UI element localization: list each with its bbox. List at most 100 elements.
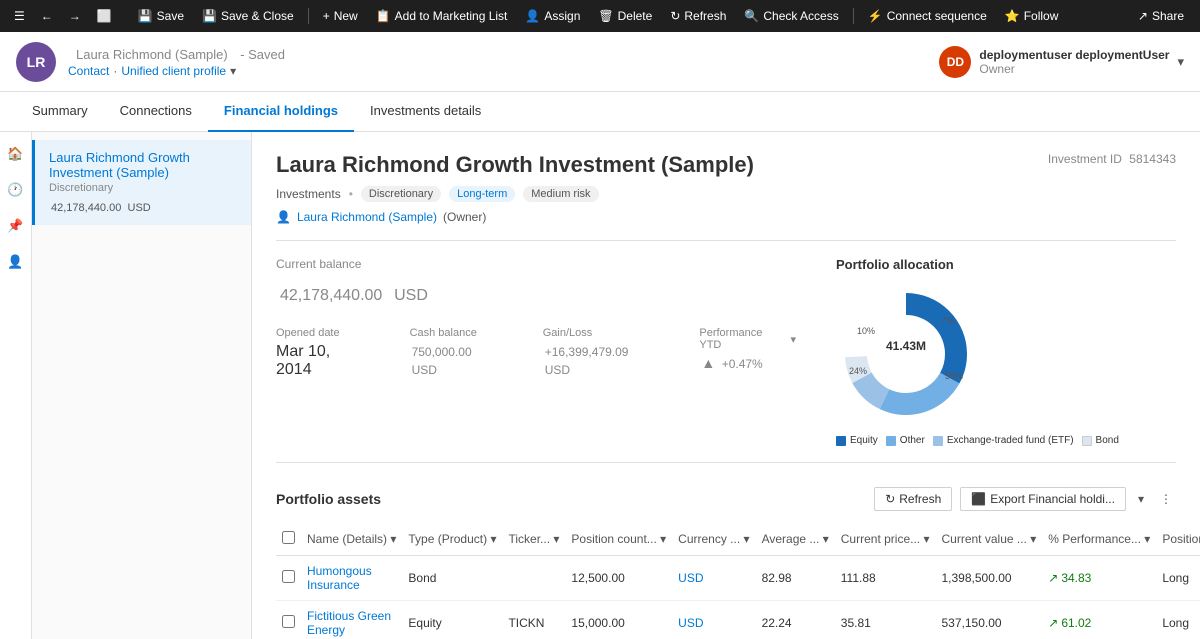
col-average[interactable]: Average ... ▾ [756,523,835,556]
save-close-icon: 💾 [202,9,217,23]
left-nav: 🏠 🕐 📌 👤 [0,132,32,639]
col-current-price[interactable]: Current price... ▾ [835,523,936,556]
delete-icon: 🗑 [598,9,613,23]
tag-investments: Investments [276,187,341,201]
contact-link[interactable]: Contact [68,64,109,78]
investment-id-block: Investment ID 5814343 [1048,152,1176,166]
contact-sub: Contact · Unified client profile ▾ [68,64,939,78]
connect-icon: ⚡ [868,9,883,23]
sort-icon: ▾ [1144,532,1150,546]
nav-contact-icon[interactable]: 👤 [2,248,30,276]
save-icon: 💾 [138,9,153,23]
col-currency[interactable]: Currency ... ▾ [672,523,755,556]
row-name-0[interactable]: Humongous Insurance [301,556,402,601]
new-icon: + [323,9,330,23]
tag-long-term: Long-term [449,186,515,202]
tab-investments-details[interactable]: Investments details [354,92,497,132]
sort-icon: ▾ [1030,532,1036,546]
investment-header: Laura Richmond Growth Investment (Sample… [276,152,1176,224]
row-current-price-1: 35.81 [835,601,936,639]
user-info: deploymentuser deploymentUser Owner [979,48,1169,76]
save-close-button[interactable]: 💾 Save & Close [194,5,302,27]
row-currency-1[interactable]: USD [672,601,755,639]
col-checkbox[interactable] [276,523,301,556]
nav-home-icon[interactable]: 🏠 [2,140,30,168]
col-position[interactable]: Position count... ▾ [565,523,672,556]
divider-2 [276,462,1176,463]
refresh-button[interactable]: ↻ Refresh [662,5,734,27]
col-ticker[interactable]: Ticker... ▾ [502,523,565,556]
row-position-type-1: Long [1156,601,1200,639]
check-access-button[interactable]: 🔍 Check Access [736,5,846,27]
chart-section: Portfolio allocation [836,257,1176,446]
row-checkbox-1[interactable] [282,615,295,628]
select-all-checkbox[interactable] [282,531,295,544]
col-name[interactable]: Name (Details) ▾ [301,523,402,556]
more-options-icon[interactable]: ⋮ [1156,488,1176,510]
toolbar-separator-1 [308,8,309,24]
user-avatar: DD [939,46,971,78]
donut-chart: 41.43M 7% 10% 24% 58% [836,284,976,427]
export-button[interactable]: ⬛ Export Financial holdi... [960,487,1126,511]
list-item-amount: 42,178,440.00 USD [49,198,237,215]
metrics-row: Opened date Mar 10, 2014 Cash balance 75… [276,327,796,379]
owner-link[interactable]: Laura Richmond (Sample) [297,210,437,224]
svg-text:7%: 7% [941,316,954,326]
save-button[interactable]: 💾 Save [130,5,192,27]
tab-financial-holdings[interactable]: Financial holdings [208,92,354,132]
perf-chevron-icon[interactable]: ▾ [790,333,796,346]
follow-button[interactable]: ⭐ Follow [997,5,1067,27]
perf-arrow-icon: ↗ [1048,571,1058,585]
nav-recent-icon[interactable]: 🕐 [2,176,30,204]
legend-other: Other [886,435,925,446]
avatar: LR [16,42,56,82]
user-chevron-icon[interactable]: ▾ [1177,54,1184,70]
side-list: Laura Richmond Growth Investment (Sample… [32,132,252,639]
col-current-value[interactable]: Current value ... ▾ [936,523,1043,556]
row-name-1[interactable]: Fictitious Green Energy [301,601,402,639]
row-type-0: Bond [402,556,502,601]
header: LR Laura Richmond (Sample) - Saved Conta… [0,32,1200,92]
new-button[interactable]: + New [315,5,366,27]
expand-icon[interactable]: ▾ [1134,488,1148,510]
unified-profile-link[interactable]: Unified client profile [121,64,226,78]
balance-chart-row: Current balance 42,178,440.00 USD Opened… [276,257,1176,446]
sort-icon: ▾ [823,532,829,546]
tag-discretionary: Discretionary [361,186,441,202]
export-icon: ⬛ [971,492,986,506]
tab-summary[interactable]: Summary [16,92,104,132]
share-button[interactable]: ↗ Share [1130,5,1192,27]
assign-button[interactable]: 👤 Assign [517,5,588,27]
toolbar-nav: ☰ ← → ⬜ [8,5,118,27]
chevron-down-icon[interactable]: ▾ [230,64,236,78]
sort-icon: ▾ [923,532,929,546]
row-checkbox-0[interactable] [282,570,295,583]
table-header: Name (Details) ▾ Type (Product) ▾ Ticker… [276,523,1200,556]
perf-arrow-icon: ↗ [1048,616,1058,630]
nav-hamburger-icon[interactable]: ☰ [8,5,31,27]
nav-back-button[interactable]: ← [35,5,59,27]
refresh-icon: ↻ [670,9,680,23]
refresh-assets-button[interactable]: ↻ Refresh [874,487,952,511]
sort-icon: ▾ [553,532,559,546]
col-type[interactable]: Type (Product) ▾ [402,523,502,556]
nav-pinned-icon[interactable]: 📌 [2,212,30,240]
main-content: Laura Richmond Growth Investment (Sample… [252,132,1200,639]
add-marketing-button[interactable]: 📋 Add to Marketing List [368,5,516,27]
list-item[interactable]: Laura Richmond Growth Investment (Sample… [32,140,251,225]
tab-connections[interactable]: Connections [104,92,208,132]
gain-loss-value: +16,399,479.09 USD [543,343,660,379]
delete-button[interactable]: 🗑 Delete [590,5,660,27]
toolbar-right: ↗ Share [1130,5,1192,27]
nav-forward-button[interactable]: → [63,5,87,27]
table-row: Humongous Insurance Bond 12,500.00 USD 8… [276,556,1200,601]
investment-tags: Investments • Discretionary Long-term Me… [276,186,754,202]
col-performance[interactable]: % Performance... ▾ [1042,523,1156,556]
connect-sequence-button[interactable]: ⚡ Connect sequence [860,5,995,27]
row-currency-0[interactable]: USD [672,556,755,601]
svg-text:24%: 24% [849,366,867,376]
nav-maximize-button[interactable]: ⬜ [91,5,118,27]
divider-1 [276,240,1176,241]
perf-ytd-value: ▲ +0.47% [699,355,796,373]
col-position-type[interactable]: Position type... ▾ [1156,523,1200,556]
